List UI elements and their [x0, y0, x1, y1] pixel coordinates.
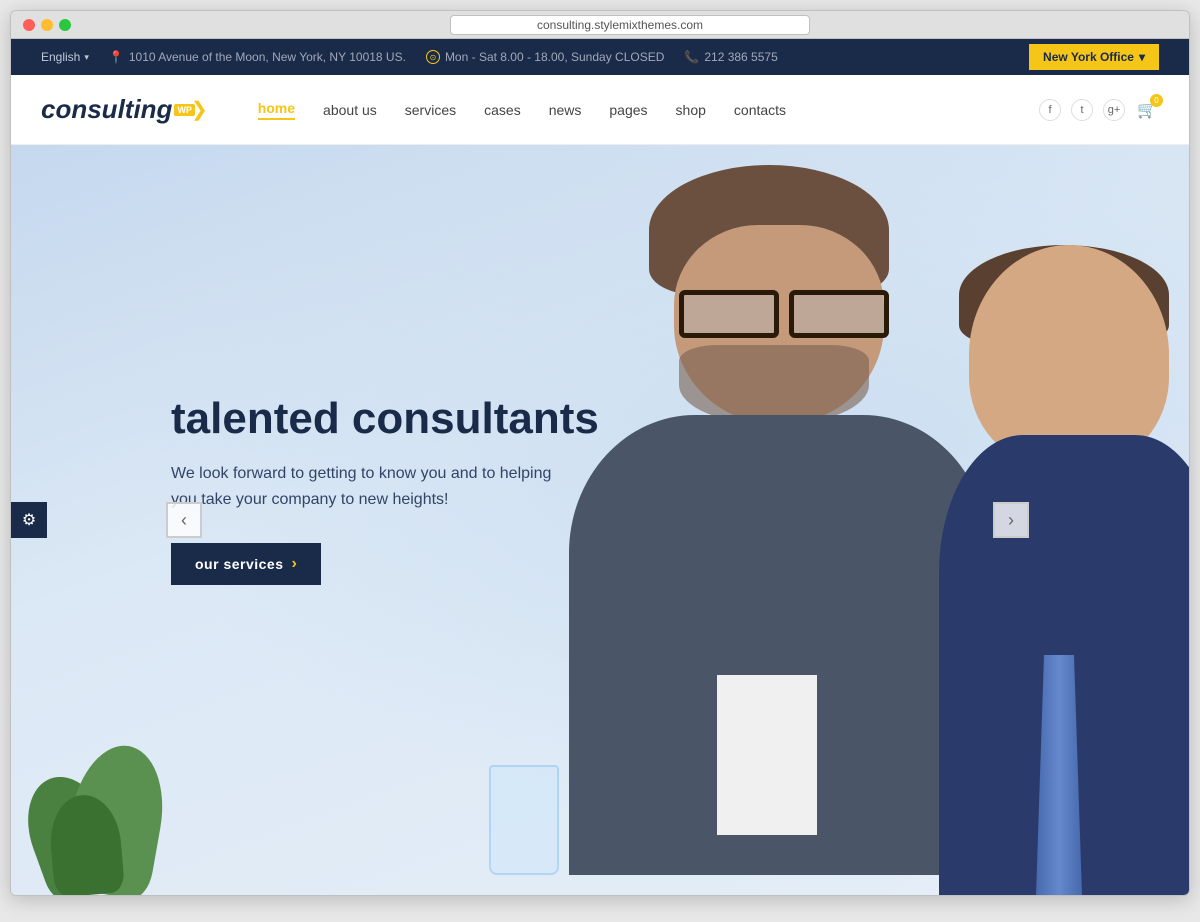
chevron-right-icon: ›: [1008, 510, 1014, 531]
language-label: English: [41, 50, 80, 64]
website: English ▾ 📍 1010 Avenue of the Moon, New…: [11, 39, 1189, 895]
nav-item-contacts[interactable]: contacts: [734, 102, 786, 118]
language-selector[interactable]: English ▾: [41, 50, 89, 64]
logo[interactable]: consulting WP ❯: [41, 94, 208, 125]
url-input[interactable]: consulting.stylemixthemes.com: [450, 15, 810, 35]
hero-cta-button[interactable]: our services ›: [171, 543, 321, 585]
arrow-right-icon: ›: [292, 555, 298, 573]
hero-title: talented consultants: [171, 395, 599, 443]
slider-next-button[interactable]: ›: [993, 502, 1029, 538]
pin-icon: 📍: [109, 50, 124, 64]
address-text: 1010 Avenue of the Moon, New York, NY 10…: [129, 50, 406, 64]
slider-prev-button[interactable]: ‹: [166, 502, 202, 538]
chevron-down-icon: ▾: [84, 52, 89, 63]
office-button-label: New York Office: [1043, 50, 1134, 64]
cart-badge: 0: [1150, 94, 1163, 107]
gear-icon: ⚙: [22, 510, 36, 530]
top-bar-left: English ▾ 📍 1010 Avenue of the Moon, New…: [41, 50, 778, 64]
shirt: [717, 675, 817, 835]
nav-item-about[interactable]: about us: [323, 102, 377, 118]
phone-icon: 📞: [684, 50, 699, 64]
nav-item-services[interactable]: services: [405, 102, 456, 118]
nav-item-news[interactable]: news: [549, 102, 582, 118]
phone-info: 📞 212 386 5575: [684, 50, 777, 64]
clock-icon: ⊙: [426, 50, 440, 64]
logo-chevron-icon: ❯: [191, 97, 208, 122]
logo-text: consulting: [41, 94, 172, 125]
facebook-icon[interactable]: f: [1039, 99, 1061, 121]
address-info: 📍 1010 Avenue of the Moon, New York, NY …: [109, 50, 406, 64]
nav-social: f t g+ 🛒 0: [1039, 98, 1159, 122]
settings-gear[interactable]: ⚙: [11, 502, 47, 538]
beard: [679, 345, 869, 425]
chevron-down-icon: ▾: [1139, 50, 1145, 64]
browser-titlebar: consulting.stylemixthemes.com: [11, 11, 1189, 39]
suit2: [939, 435, 1189, 895]
maximize-button[interactable]: [59, 19, 71, 31]
tie: [1034, 655, 1084, 895]
browser-chrome: consulting.stylemixthemes.com: [11, 11, 1189, 39]
browser-window: consulting.stylemixthemes.com English ▾ …: [10, 10, 1190, 896]
traffic-lights: [23, 19, 71, 31]
chevron-left-icon: ‹: [181, 510, 187, 531]
twitter-icon[interactable]: t: [1071, 99, 1093, 121]
nav-item-cases[interactable]: cases: [484, 102, 521, 118]
nav-item-shop[interactable]: shop: [676, 102, 706, 118]
office-button[interactable]: New York Office ▾: [1029, 44, 1159, 70]
hero-content: talented consultants We look forward to …: [171, 395, 599, 585]
hero-section: talented consultants We look forward to …: [11, 145, 1189, 895]
head2: [969, 245, 1169, 465]
main-nav: consulting WP ❯ home about us services c…: [11, 75, 1189, 145]
plant-decoration: [11, 675, 191, 895]
cart-icon[interactable]: 🛒 0: [1135, 98, 1159, 122]
top-bar: English ▾ 📍 1010 Avenue of the Moon, New…: [11, 39, 1189, 75]
suit1: [569, 415, 989, 875]
nav-links: home about us services cases news pages …: [258, 100, 1039, 120]
nav-item-home[interactable]: home: [258, 100, 295, 120]
glasses: [669, 285, 899, 335]
hero-subtitle: We look forward to getting to know you a…: [171, 461, 571, 512]
top-bar-right: New York Office ▾: [1029, 44, 1159, 70]
water-glass: [489, 765, 559, 875]
nav-item-pages[interactable]: pages: [609, 102, 647, 118]
phone-text: 212 386 5575: [704, 50, 777, 64]
address-bar[interactable]: consulting.stylemixthemes.com: [83, 15, 1177, 35]
person2: [939, 245, 1189, 895]
close-button[interactable]: [23, 19, 35, 31]
minimize-button[interactable]: [41, 19, 53, 31]
hours-info: ⊙ Mon - Sat 8.00 - 18.00, Sunday CLOSED: [426, 50, 664, 64]
hours-text: Mon - Sat 8.00 - 18.00, Sunday CLOSED: [445, 50, 664, 64]
hero-cta-label: our services: [195, 556, 284, 572]
googleplus-icon[interactable]: g+: [1103, 99, 1125, 121]
